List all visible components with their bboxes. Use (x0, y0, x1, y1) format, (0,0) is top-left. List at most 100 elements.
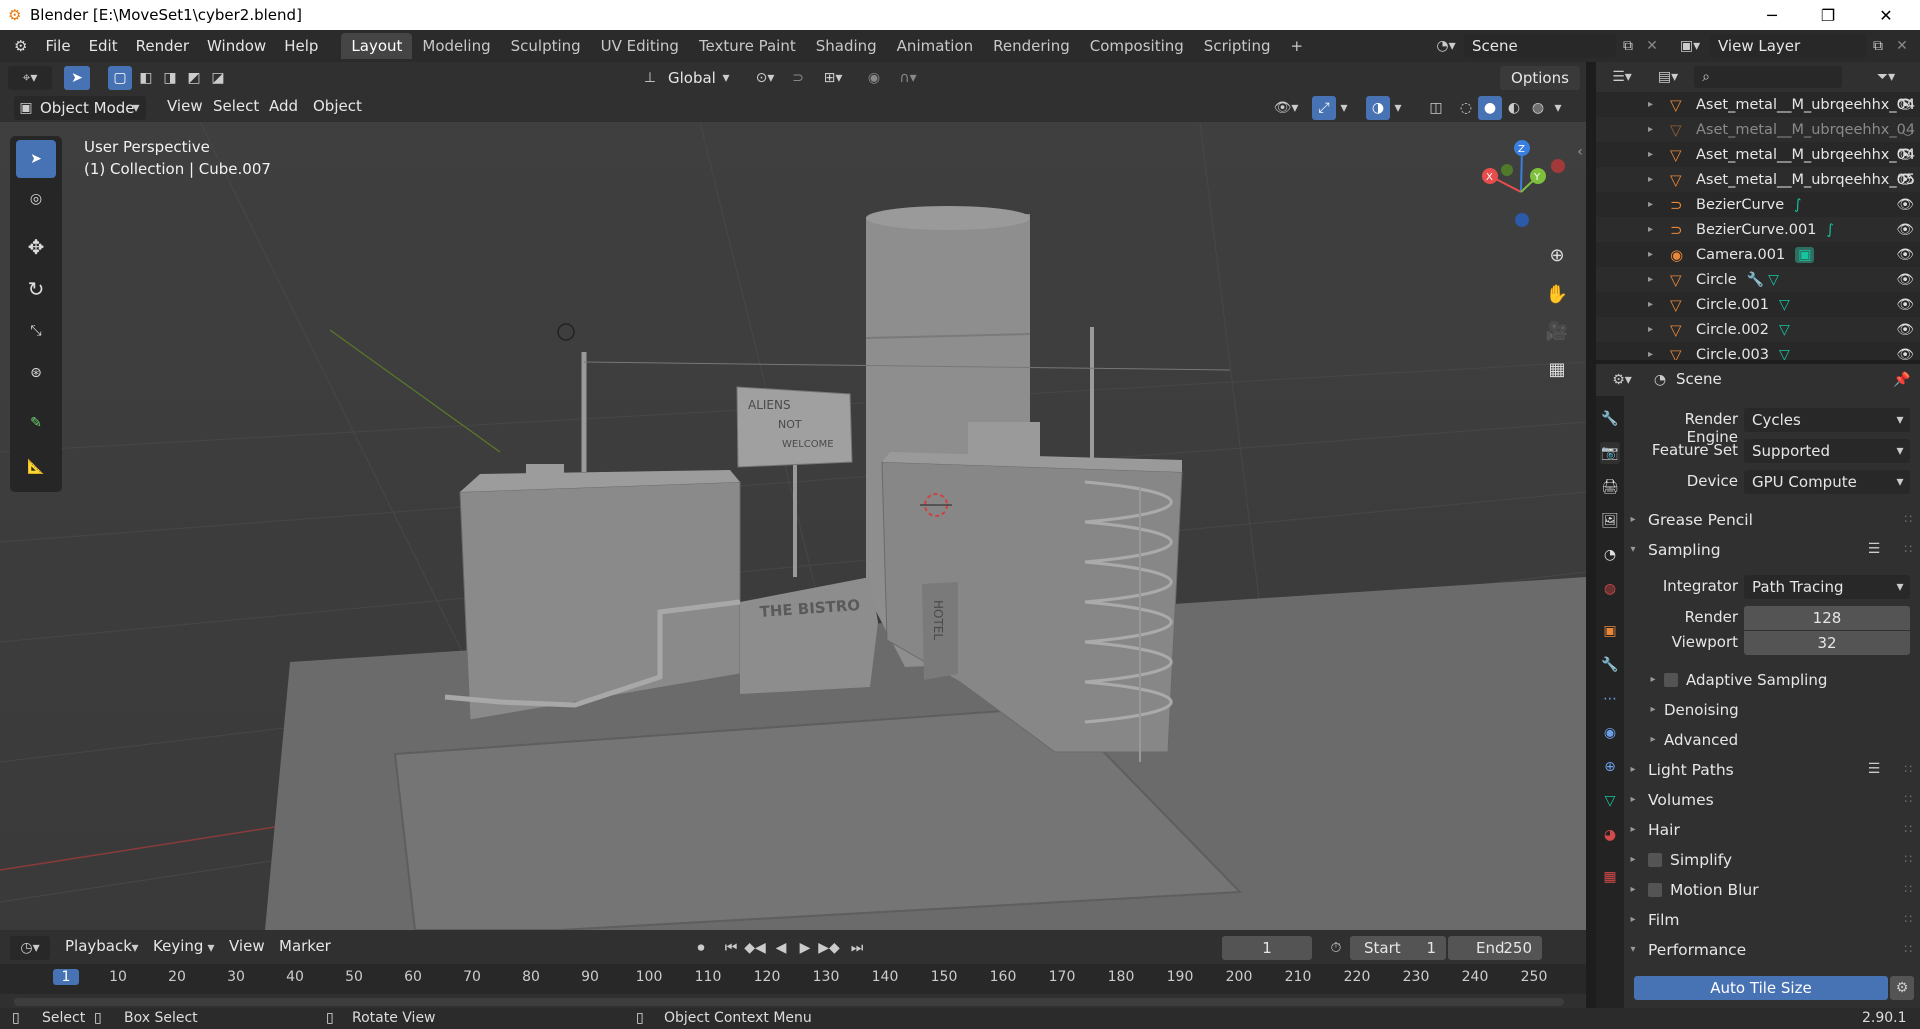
scene-browse-icon[interactable]: ◔▾ (1428, 34, 1464, 58)
tool-tab-icon[interactable]: 🔧 (1600, 408, 1620, 430)
snap-icon[interactable]: ⊃ (786, 66, 810, 90)
xray-toggle-icon[interactable]: ◫ (1424, 96, 1448, 120)
tab-shading[interactable]: Shading (806, 33, 887, 59)
options-dropdown[interactable]: Options (1500, 66, 1580, 90)
measure-tool-icon[interactable]: 📐 (16, 448, 56, 486)
tab-sculpting[interactable]: Sculpting (501, 33, 591, 59)
expand-icon[interactable]: ▸ (1648, 324, 1662, 335)
drag-grip-icon[interactable]: ∷ (1904, 822, 1912, 836)
timeline-menu-keying[interactable]: Keying (144, 932, 212, 960)
object-tab-icon[interactable]: ▣ (1600, 620, 1620, 642)
viewport-menu-object[interactable]: Object (304, 92, 371, 120)
collapsed-arrow-icon[interactable]: ▸ (1626, 790, 1640, 808)
timeline-menu-view[interactable]: View (220, 932, 274, 960)
render-tab-icon[interactable]: 📷 (1600, 442, 1620, 464)
jump-end-icon[interactable]: ⏭ (846, 936, 868, 960)
tab-uv-editing[interactable]: UV Editing (591, 33, 689, 59)
curve-data-icon[interactable]: ∫ (1826, 222, 1833, 238)
outliner-item[interactable]: ▸ ▽ Aset_metal__M_ubrqeehhx_04 ◡ (1596, 117, 1920, 142)
move-tool-icon[interactable]: ✥ (16, 228, 56, 266)
menu-file[interactable]: File (36, 30, 79, 62)
expand-icon[interactable]: ▸ (1648, 299, 1662, 310)
jump-keyframe-back-icon[interactable]: ◆◀ (744, 936, 766, 960)
tab-layout[interactable]: Layout (341, 33, 413, 59)
stopwatch-icon[interactable]: ⏱ (1324, 936, 1348, 960)
mesh-data-icon[interactable]: ▽ (1779, 322, 1790, 338)
outliner-item[interactable]: ▸ ▽ Aset_metal__M_ubrqeehhx_04 👁 (1596, 142, 1920, 167)
expand-icon[interactable]: ▸ (1648, 199, 1662, 210)
section-film[interactable]: Film (1648, 911, 1680, 929)
drag-grip-icon[interactable]: ∷ (1904, 792, 1912, 806)
chevron-down-icon[interactable]: ▾ (1390, 96, 1406, 120)
section-light-paths[interactable]: Light Paths (1648, 761, 1734, 779)
eye-icon[interactable]: 👁 (1896, 197, 1914, 213)
outliner-item[interactable]: ▸ ▽ Aset_metal__M_ubrqeehhx_05 👁 (1596, 167, 1920, 192)
frame-end-field[interactable]: End 250 (1448, 936, 1542, 960)
3d-viewport[interactable]: THE BISTRO ALIENS NOT WELCOME HOTEL User… (0, 122, 1586, 930)
material-tab-icon[interactable]: ◕ (1600, 824, 1620, 846)
select-mode-extend-icon[interactable]: ◧ (134, 66, 158, 90)
menu-render[interactable]: Render (127, 30, 198, 62)
shading-solid-icon[interactable]: ● (1478, 96, 1502, 120)
new-view-layer-icon[interactable]: ⧉ (1866, 34, 1890, 58)
jump-keyframe-forward-icon[interactable]: ▶◆ (818, 936, 840, 960)
camera-data-icon[interactable]: ▣ (1795, 246, 1815, 263)
eye-icon[interactable]: 👁 (1896, 347, 1914, 361)
mesh-data-icon[interactable]: ▽ (1768, 272, 1779, 288)
tab-animation[interactable]: Animation (887, 33, 983, 59)
mesh-data-icon[interactable]: ▽ (1779, 297, 1790, 313)
eye-icon[interactable]: 👁 (1896, 147, 1914, 163)
section-simplify[interactable]: Simplify (1648, 851, 1732, 869)
outliner-item[interactable]: ▸ ▽ Circle.001 ▽ 👁 (1596, 292, 1920, 317)
select-mode-subtract-icon[interactable]: ◨ (158, 66, 182, 90)
presets-list-icon[interactable]: ☰ (1864, 760, 1884, 778)
ortho-toggle-icon[interactable]: ▦ (1540, 352, 1574, 386)
remove-view-layer-icon[interactable]: ✕ (1890, 34, 1914, 58)
current-frame-field[interactable]: 1 (1222, 936, 1312, 960)
play-reverse-icon[interactable]: ◀ (770, 936, 792, 960)
menu-help[interactable]: Help (275, 30, 327, 62)
rotate-tool-icon[interactable]: ↻ (16, 270, 56, 308)
section-performance[interactable]: Performance (1648, 941, 1746, 959)
collapsed-arrow-icon[interactable]: ▸ (1626, 760, 1640, 778)
blender-menu-icon[interactable]: ⚙ (0, 30, 36, 62)
output-tab-icon[interactable]: 🖨 (1600, 476, 1620, 498)
new-scene-icon[interactable]: ⧉ (1616, 34, 1640, 58)
outliner-editor-type-icon[interactable]: ☰▾ (1602, 65, 1642, 89)
shading-rendered-icon[interactable]: ◍ (1526, 96, 1550, 120)
remove-scene-icon[interactable]: ✕ (1640, 34, 1664, 58)
eye-icon[interactable]: 👁 (1896, 247, 1914, 263)
expand-icon[interactable]: ▸ (1648, 349, 1662, 360)
physics-tab-icon[interactable]: ◉ (1600, 722, 1620, 744)
eye-icon[interactable]: 👁 (1896, 222, 1914, 238)
pivot-point-icon[interactable]: ⊙▾ (744, 66, 786, 90)
subsection-denoising[interactable]: Denoising (1664, 701, 1739, 719)
data-tab-icon[interactable]: ▽ (1600, 790, 1620, 812)
view-layer-browse-icon[interactable]: ▣▾ (1672, 34, 1708, 58)
shading-material-icon[interactable]: ◐ (1502, 96, 1526, 120)
integrator-dropdown[interactable]: Path Tracing (1744, 575, 1910, 599)
expand-icon[interactable]: ▸ (1648, 149, 1662, 160)
cursor-tool-icon[interactable]: ◎ (16, 180, 56, 218)
chevron-down-icon[interactable]: ▾ (1336, 96, 1352, 120)
expand-icon[interactable]: ▸ (1648, 224, 1662, 235)
close-icon[interactable]: ✕ (1858, 0, 1914, 30)
play-icon[interactable]: ▶ (794, 936, 816, 960)
select-mode-new-icon[interactable]: ▢ (108, 66, 132, 90)
world-tab-icon[interactable]: ◍ (1600, 578, 1620, 600)
sidebar-toggle-icon[interactable]: ‹ (1574, 142, 1586, 162)
feature-set-dropdown[interactable]: Supported (1744, 439, 1910, 463)
drag-grip-icon[interactable]: ∷ (1904, 762, 1912, 776)
select-box-tool-icon[interactable]: ➤ (16, 140, 56, 178)
properties-editor-type-icon[interactable]: ⚙▾ (1602, 368, 1642, 392)
expand-icon[interactable]: ▸ (1648, 124, 1662, 135)
outliner-item[interactable]: ▸ ▽ Circle.002 ▽ 👁 (1596, 317, 1920, 342)
particles-tab-icon[interactable]: ⋯ (1600, 688, 1620, 710)
expanded-arrow-icon[interactable]: ▾ (1626, 940, 1640, 958)
overlays-toggle-icon[interactable]: ◑ (1366, 96, 1390, 120)
render-engine-dropdown[interactable]: Cycles (1744, 408, 1910, 432)
minimize-icon[interactable]: ─ (1744, 0, 1800, 30)
collapsed-arrow-icon[interactable]: ▸ (1626, 910, 1640, 928)
display-mode-icon[interactable]: ▤▾ (1648, 65, 1688, 89)
render-samples-field[interactable]: 128 (1744, 606, 1910, 630)
